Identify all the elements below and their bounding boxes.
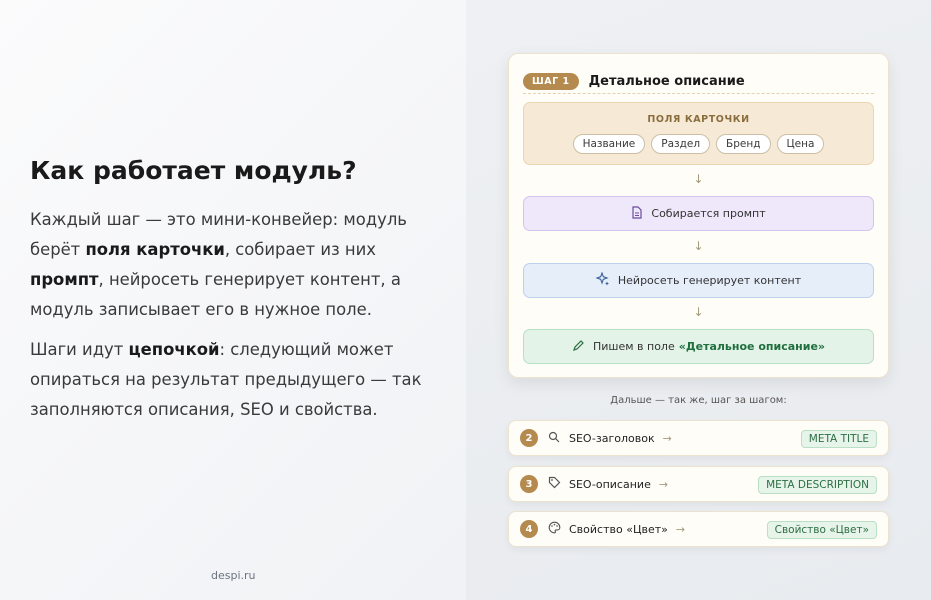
page-title: Как работает модуль? [30, 156, 357, 185]
target-field-tag: META DESCRIPTION [758, 476, 877, 494]
stage-ai-label: Нейросеть генерирует контент [617, 274, 802, 287]
step-number: 4 [520, 520, 538, 538]
p2-text-a: Шаги идут [30, 340, 129, 359]
target-field-tag: META TITLE [800, 430, 877, 448]
chip-brand: Бренд [716, 134, 771, 154]
description-paragraph-2: Шаги идут цепочкой: следующий может опир… [30, 335, 450, 425]
stage-ai: Нейросеть генерирует контент [523, 263, 874, 298]
document-icon [631, 205, 643, 222]
chip-section: Раздел [651, 134, 711, 154]
stage-prompt: Собирается промпт [523, 196, 874, 231]
sparkles-icon [595, 271, 610, 289]
step-number: 3 [520, 475, 538, 493]
p1-bold-fields: поля карточки [85, 240, 225, 259]
arrow-right-icon: → [658, 477, 669, 491]
left-panel: Как работает модуль? Каждый шаг — это ми… [0, 0, 466, 600]
p2-bold-chain: цепочкой [128, 340, 220, 359]
step-row-2: 2 SEO-заголовок → META TITLE [508, 420, 889, 456]
arrow-down-icon: ↓ [693, 172, 704, 186]
p1-bold-prompt: промпт [30, 270, 99, 289]
step-label: Свойство «Цвет» [569, 522, 668, 536]
tag-icon [547, 476, 561, 492]
palette-icon [547, 521, 561, 537]
step-number: 2 [520, 429, 538, 447]
next-steps-label: Дальше — так же, шаг за шагом: [610, 395, 787, 406]
description-paragraph-1: Каждый шаг — это мини-конвейер: модуль б… [30, 205, 450, 325]
chip-name: Название [572, 134, 646, 154]
arrow-right-icon: → [675, 522, 686, 536]
pencil-icon [572, 339, 585, 355]
step-1-card: ШАГ 1 Детальное описание ПОЛЯ КАРТОЧКИ Н… [508, 53, 889, 378]
arrow-right-icon: → [662, 431, 672, 445]
p1-text-c: , собирает из них [224, 240, 376, 259]
dashed-divider [523, 93, 874, 94]
step-badge: ШАГ 1 [523, 72, 579, 90]
stage-write-field: «Детальное описание» [678, 340, 826, 353]
brand-footer: despi.ru [211, 569, 256, 582]
arrow-down-icon: ↓ [693, 305, 704, 319]
stage-write-prefix: Пишем в поле [592, 340, 675, 353]
target-field-tag: Свойство «Цвет» [766, 521, 877, 539]
search-icon [547, 431, 561, 446]
stage-prompt-label: Собирается промпт [651, 207, 766, 220]
stage-write: Пишем в поле «Детальное описание» [523, 329, 874, 364]
field-chips: Название Раздел Бренд Цена [524, 134, 873, 154]
step-label: SEO-описание [569, 477, 651, 491]
step-1-title: Детальное описание [588, 73, 745, 89]
step-label: SEO-заголовок [569, 431, 655, 445]
step-row-4: 4 Свойство «Цвет» → Свойство «Цвет» [508, 511, 889, 547]
step-row-3: 3 SEO-описание → META DESCRIPTION [508, 466, 889, 502]
step-1-header: ШАГ 1 Детальное описание [523, 68, 874, 94]
arrow-down-icon: ↓ [693, 239, 704, 253]
card-fields-box: ПОЛЯ КАРТОЧКИ Название Раздел Бренд Цена [523, 102, 874, 165]
fields-title: ПОЛЯ КАРТОЧКИ [647, 114, 750, 125]
chip-price: Цена [776, 134, 825, 154]
